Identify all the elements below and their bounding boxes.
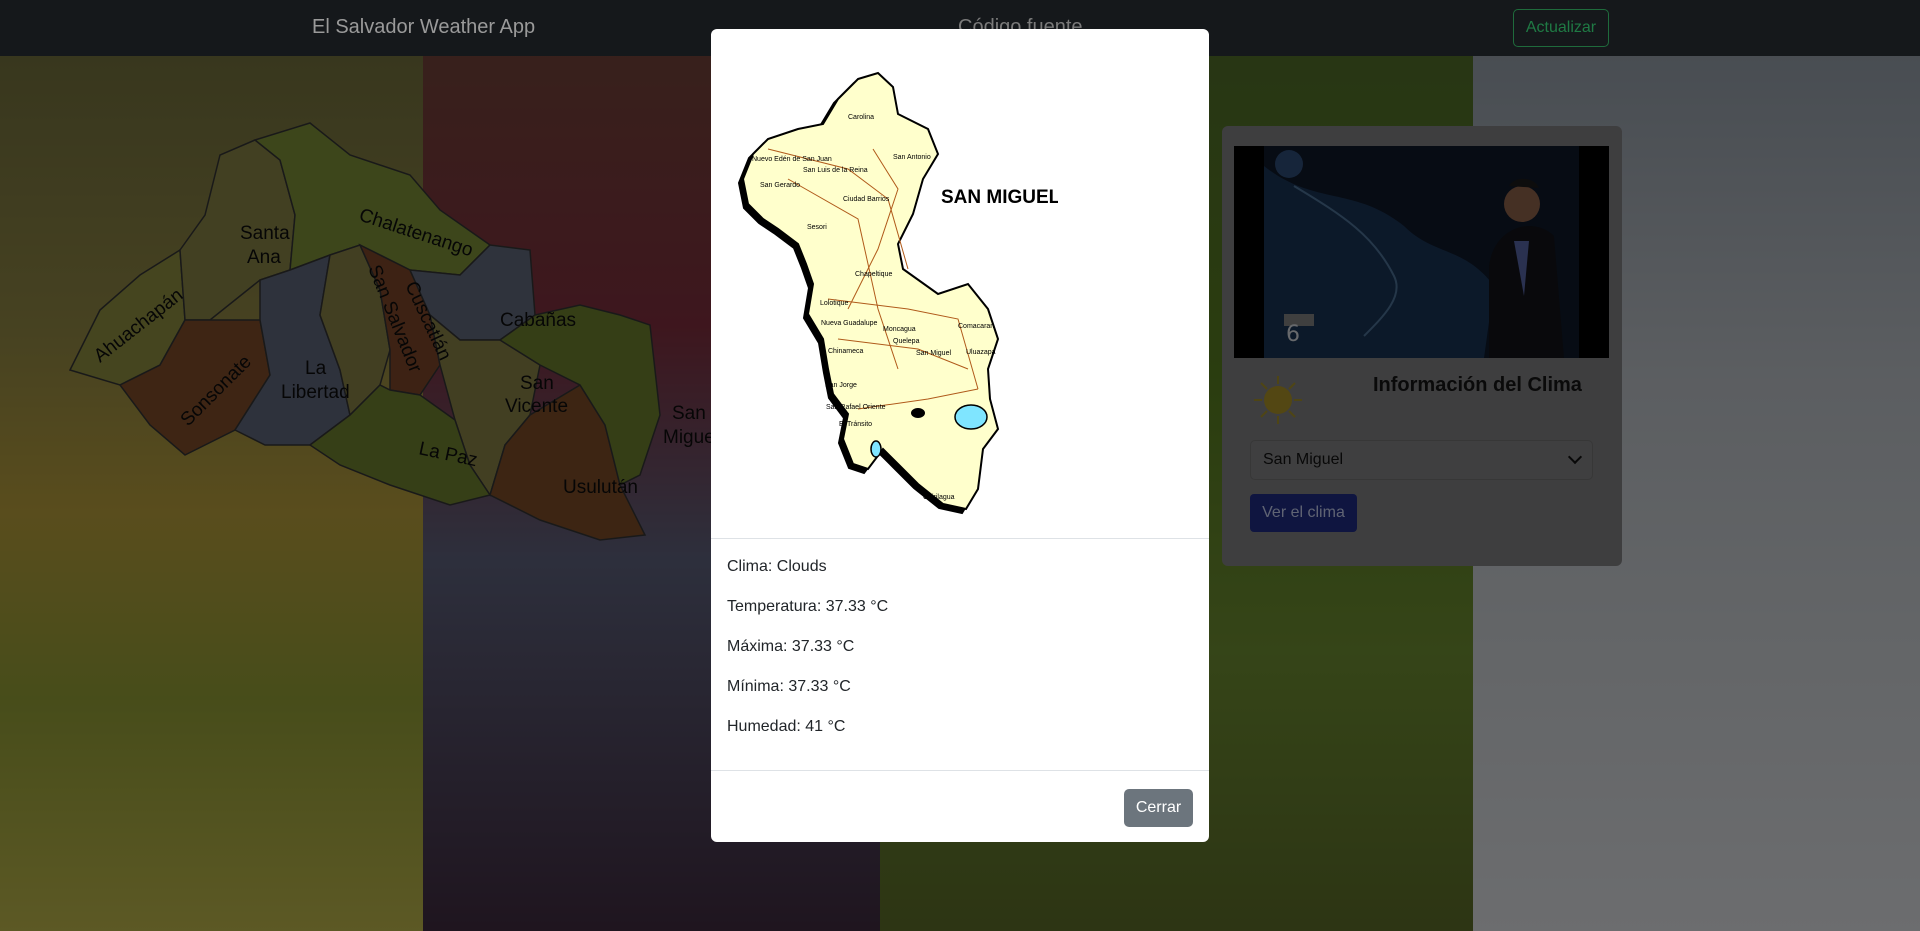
town-chapeltique: Chapeltique: [855, 271, 892, 278]
map-title: SAN MIGUEL: [941, 187, 1058, 208]
town-san-antonio: San Antonio: [893, 154, 931, 161]
town-ciudad-barrios: Ciudad Barrios: [843, 196, 890, 203]
brand[interactable]: El Salvador Weather App: [312, 16, 535, 39]
modal-divider-top: [711, 538, 1209, 539]
temperatura-text: Temperatura: 37.33 °C: [727, 598, 889, 615]
town-san-miguel: San Miguel: [916, 350, 951, 357]
close-button[interactable]: Cerrar: [1124, 789, 1193, 827]
weather-modal: Carolina Nuevo Edén de San Juan San Anto…: [711, 29, 1209, 842]
town-chinameca: Chinameca: [828, 348, 864, 355]
town-san-jorge: San Jorge: [825, 382, 857, 389]
town-uluazapa: Uluazapa: [966, 349, 996, 356]
town-nueva-guadalupe: Nueva Guadalupe: [821, 320, 878, 327]
town-quelepa: Quelepa: [893, 338, 920, 345]
town-el-transito: El Tránsito: [839, 421, 872, 428]
san-miguel-outline: [741, 71, 1000, 511]
update-button[interactable]: Actualizar: [1513, 9, 1609, 47]
town-lolotique: Lolotique: [820, 300, 849, 307]
town-moncagua: Moncagua: [883, 326, 916, 333]
town-san-rafael: San Rafael Oriente: [826, 404, 886, 411]
maxima-text: Máxima: 37.33 °C: [727, 638, 855, 655]
town-nuevo-eden: Nuevo Edén de San Juan: [752, 156, 832, 163]
lake-olomega: [954, 404, 988, 430]
san-miguel-map: Carolina Nuevo Edén de San Juan San Anto…: [741, 71, 1058, 511]
town-san-luis: San Luis de la Reina: [803, 167, 868, 174]
town-carolina: Carolina: [848, 114, 874, 121]
town-chirilagua: Chirilagua: [923, 494, 955, 501]
town-san-gerardo: San Gerardo: [760, 182, 800, 189]
clima-text: Clima: Clouds: [727, 558, 827, 575]
town-sesori: Sesori: [807, 224, 827, 231]
modal-divider-bottom: [711, 770, 1209, 771]
lagoon-small: [911, 408, 925, 418]
minima-text: Mínima: 37.33 °C: [727, 678, 851, 695]
humedad-text: Humedad: 41 °C: [727, 718, 846, 735]
town-comacaran: Comacaran: [958, 323, 994, 330]
